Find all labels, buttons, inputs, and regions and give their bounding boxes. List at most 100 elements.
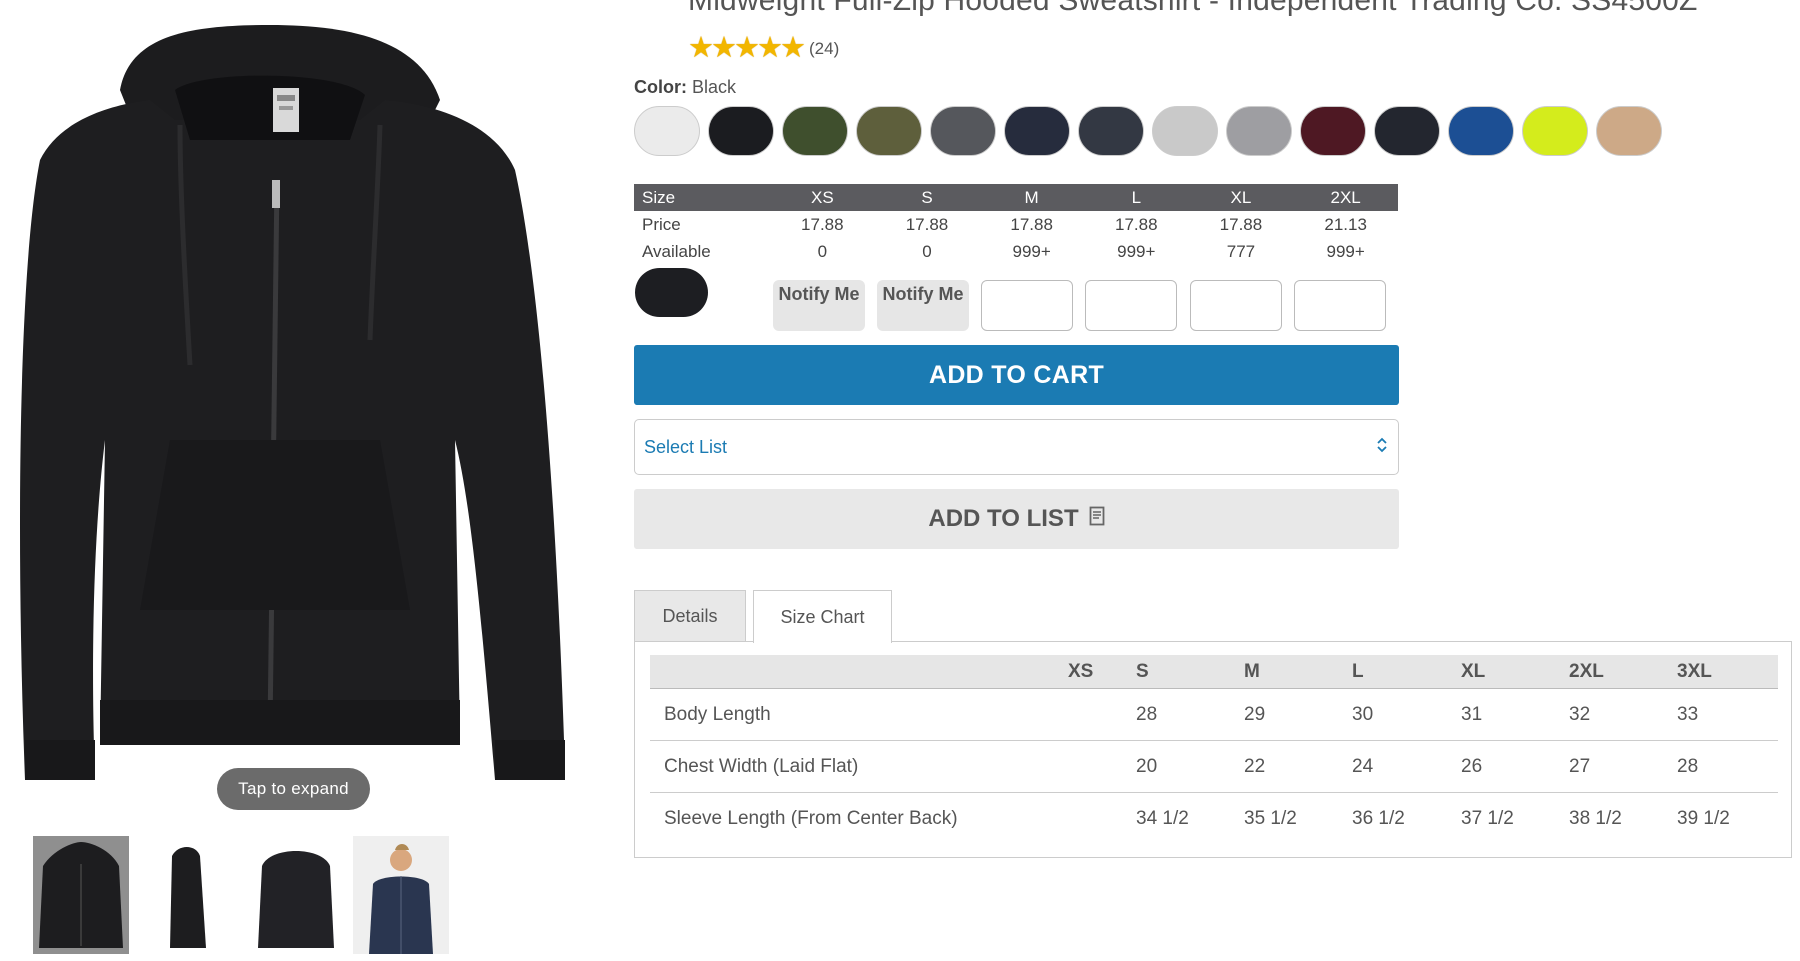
color-swatch-charcoal[interactable] bbox=[930, 106, 996, 156]
size-chart-cell bbox=[1068, 793, 1136, 845]
size-chart-cell: 29 bbox=[1244, 688, 1352, 741]
size-chart-cell bbox=[1068, 740, 1136, 793]
color-label: Color: bbox=[634, 77, 687, 97]
tap-to-expand-button[interactable]: Tap to expand bbox=[217, 768, 370, 810]
star-icon: ★★★★★ bbox=[688, 32, 806, 64]
size-chart-cell: 31 bbox=[1461, 688, 1569, 741]
size-chart-cell: 33 bbox=[1677, 688, 1778, 741]
document-icon bbox=[1089, 505, 1105, 533]
notify-me-button-xs[interactable]: Notify Me bbox=[773, 280, 865, 331]
add-to-list-label: ADD TO LIST bbox=[928, 505, 1079, 532]
available-cell: 999+ bbox=[1326, 241, 1365, 261]
size-chart-col: XS bbox=[1068, 655, 1136, 689]
size-chart-cell: 32 bbox=[1569, 688, 1677, 741]
available-row: Available 0 0 999+ 999+ 777 999+ bbox=[634, 238, 1398, 265]
size-chart-row-label: Sleeve Length (From Center Back) bbox=[664, 807, 958, 829]
price-row: Price 17.88 17.88 17.88 17.88 17.88 21.1… bbox=[634, 211, 1398, 238]
size-chart-row: Body Length 28 29 30 31 32 33 bbox=[650, 688, 1778, 741]
thumbnail-model[interactable] bbox=[353, 836, 449, 954]
tab-size-chart[interactable]: Size Chart bbox=[753, 590, 892, 643]
color-swatch-charcoal-heather[interactable] bbox=[1078, 106, 1144, 156]
color-swatch-sandstone[interactable] bbox=[1596, 106, 1662, 156]
color-swatch-royal[interactable] bbox=[1448, 106, 1514, 156]
size-chart-corner bbox=[650, 655, 1068, 689]
select-list-dropdown[interactable]: Select List bbox=[634, 419, 1399, 475]
size-col: S bbox=[874, 184, 980, 211]
size-chart-cell: 26 bbox=[1461, 740, 1569, 793]
thumbnail-side[interactable] bbox=[140, 836, 236, 954]
qty-field-m bbox=[981, 280, 1073, 331]
size-chart-row-label: Body Length bbox=[650, 688, 1068, 741]
thumbnail-back[interactable] bbox=[248, 836, 344, 954]
size-col: L bbox=[1083, 184, 1189, 211]
size-col: M bbox=[979, 184, 1084, 211]
color-swatch-nickel-heather[interactable] bbox=[1226, 106, 1292, 156]
available-cell: 999+ bbox=[1012, 241, 1051, 261]
size-chart-cell bbox=[1068, 688, 1136, 741]
available-label: Available bbox=[642, 241, 711, 261]
size-chart-header-row: XS S M L XL 2XL 3XL bbox=[650, 655, 1778, 689]
qty-input-xl[interactable] bbox=[1190, 280, 1282, 331]
add-to-cart-button[interactable]: ADD TO CART bbox=[634, 345, 1399, 405]
size-chart-row: Chest Width (Laid Flat) 20 22 24 26 27 2… bbox=[650, 740, 1778, 793]
price-label: Price bbox=[642, 214, 681, 234]
size-chart-cell: 22 bbox=[1244, 740, 1352, 793]
size-col: XS bbox=[770, 184, 875, 211]
rating-count[interactable]: (24) bbox=[809, 39, 839, 59]
color-value: Black bbox=[692, 77, 737, 97]
available-cell: 999+ bbox=[1117, 241, 1156, 261]
size-chart-col: 3XL bbox=[1677, 655, 1778, 689]
price-cell: 17.88 bbox=[1010, 214, 1053, 234]
available-cell: 0 bbox=[817, 241, 828, 261]
size-chart-col: L bbox=[1352, 655, 1461, 689]
size-header-label: Size bbox=[634, 184, 770, 211]
size-chart-row: Sleeve Length (From Center Back) 34 1/2 … bbox=[650, 793, 1778, 845]
rating[interactable]: ★★★★★ (24) bbox=[688, 33, 839, 63]
product-main-image[interactable] bbox=[0, 0, 580, 790]
color-swatch-navy-heather[interactable] bbox=[1004, 106, 1070, 156]
add-to-list-button[interactable]: ADD TO LIST bbox=[634, 489, 1399, 549]
product-title: Midweight Full-Zip Hooded Sweatshirt - I… bbox=[688, 0, 1698, 17]
color-swatch-safety-yellow[interactable] bbox=[1522, 106, 1588, 156]
size-chart-cell: 34 1/2 bbox=[1136, 807, 1189, 829]
color-swatch-white[interactable] bbox=[634, 106, 700, 156]
size-chart-table: XS S M L XL 2XL 3XL Body Length 28 29 30… bbox=[650, 655, 1778, 844]
qty-input-l[interactable] bbox=[1085, 280, 1177, 331]
price-cell: 17.88 bbox=[801, 214, 844, 234]
size-header-row: Size XS S M L XL 2XL bbox=[634, 184, 1398, 211]
size-chart-row-label: Chest Width (Laid Flat) bbox=[650, 740, 1068, 793]
tab-details[interactable]: Details bbox=[634, 590, 746, 642]
available-cell: 777 bbox=[1226, 241, 1256, 261]
size-chart-cell: 37 1/2 bbox=[1461, 807, 1514, 829]
thumbnail-front[interactable] bbox=[33, 836, 129, 954]
color-swatch-olive-heather[interactable] bbox=[856, 106, 922, 156]
price-cell: 17.88 bbox=[1115, 214, 1158, 234]
size-col: XL bbox=[1188, 184, 1294, 211]
size-price-table: Size XS S M L XL 2XL Price 17.88 17.88 1… bbox=[634, 184, 1398, 265]
selected-color-swatch bbox=[635, 268, 708, 317]
size-chart-cell: 38 1/2 bbox=[1569, 807, 1622, 829]
color-swatch-grey-heather[interactable] bbox=[1152, 106, 1218, 156]
notify-me-button-s[interactable]: Notify Me bbox=[877, 280, 969, 331]
chevron-updown-icon bbox=[1376, 437, 1388, 458]
color-swatch-army-heather[interactable] bbox=[782, 106, 848, 156]
color-swatch-maroon[interactable] bbox=[1300, 106, 1366, 156]
price-cell: 17.88 bbox=[1219, 214, 1263, 234]
size-chart-col: M bbox=[1244, 655, 1352, 689]
size-col: 2XL bbox=[1293, 184, 1398, 211]
size-chart-cell: 28 bbox=[1136, 688, 1244, 741]
qty-field-2xl bbox=[1294, 280, 1386, 331]
size-chart-cell: 35 1/2 bbox=[1244, 807, 1297, 829]
size-chart-col: 2XL bbox=[1569, 655, 1677, 689]
color-swatch-black[interactable] bbox=[708, 106, 774, 156]
size-chart-cell: 24 bbox=[1352, 740, 1461, 793]
qty-input-m[interactable] bbox=[981, 280, 1073, 331]
price-cell: 21.13 bbox=[1324, 214, 1367, 234]
qty-input-2xl[interactable] bbox=[1294, 280, 1386, 331]
select-list-value: Select List bbox=[644, 436, 728, 457]
qty-field-xl bbox=[1190, 280, 1282, 331]
size-chart-cell: 36 1/2 bbox=[1352, 807, 1405, 829]
size-chart-col: S bbox=[1136, 655, 1244, 689]
size-chart-cell: 30 bbox=[1352, 688, 1461, 741]
color-swatch-classic-navy[interactable] bbox=[1374, 106, 1440, 156]
